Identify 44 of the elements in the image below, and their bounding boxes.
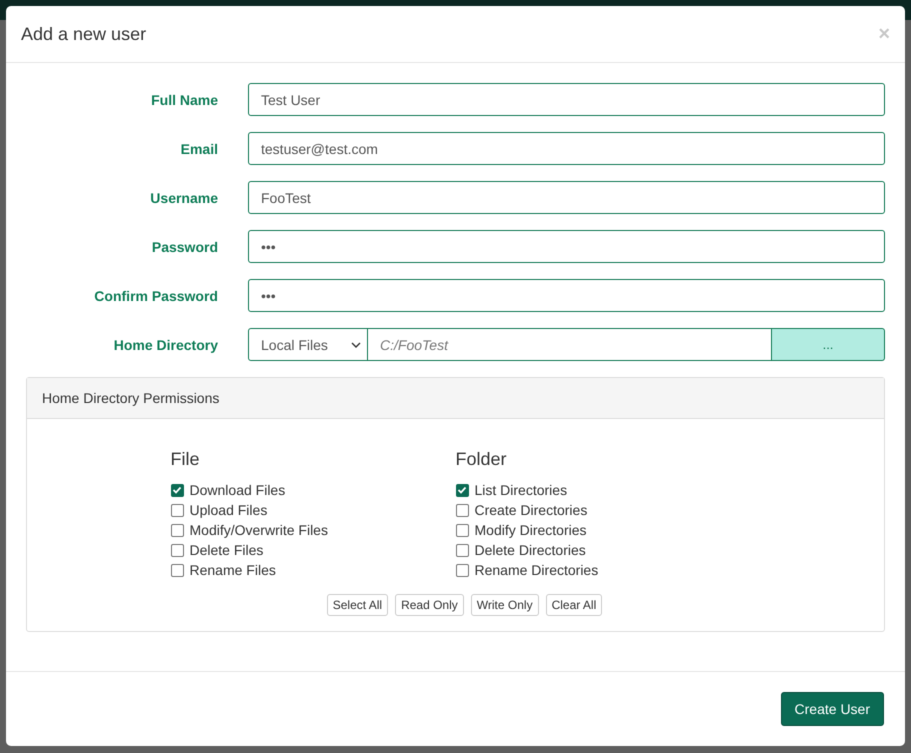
checkbox[interactable] [456,504,468,516]
source-select[interactable]: Local Files [248,328,368,361]
checkbox[interactable] [456,564,468,576]
checkbox-label: Upload Files [190,502,268,518]
preset-button[interactable]: Clear All [546,594,602,616]
input-field[interactable]: ••• [248,230,885,263]
field-label: Home Directory [112,336,219,352]
checkbox-label: Download Files [190,482,286,498]
group-title: File [170,449,201,470]
checkbox[interactable] [170,504,184,516]
input-field[interactable]: ••• [248,279,885,312]
field-label: Full Name [150,92,219,108]
field-label: Email [180,140,219,156]
input-field[interactable]: FooTest [248,181,885,214]
create-user-button[interactable]: Create User [780,692,884,726]
checkbox-label: Modify/Overwrite Files [190,522,328,538]
checkbox[interactable] [456,544,468,556]
input-field[interactable]: testuser@test.com [248,132,885,165]
checkbox[interactable] [456,524,468,536]
checkbox[interactable] [170,484,184,496]
checkbox-label: Modify Directories [474,522,587,538]
checkbox-label: Rename Directories [474,562,598,578]
checkbox[interactable] [170,544,184,556]
checkbox[interactable] [170,564,184,576]
dialog-title: Add a new user [21,24,146,44]
checkbox-label: Create Directories [474,502,588,518]
field-label: Confirm Password [93,288,219,304]
checkbox[interactable] [456,484,468,496]
checkbox-label: List Directories [474,482,568,498]
preset-button[interactable]: Select All [326,594,388,616]
panel-title: Home Directory Permissions [42,390,220,406]
preset-button[interactable]: Write Only [470,594,539,616]
group-title: Folder [456,449,508,470]
field-label: Password [150,238,219,254]
checkbox-label: Rename Files [190,562,276,578]
field-label: Username [149,190,219,206]
path-field[interactable]: C:/FooTest [368,328,772,361]
checkbox-label: Delete Directories [474,542,586,558]
chevron-icon [351,342,361,348]
input-field[interactable]: Test User [248,83,885,116]
checkbox[interactable] [170,524,184,536]
preset-button[interactable]: Read Only [395,594,464,616]
checkbox-label: Delete Files [190,542,264,558]
browse-button[interactable]: ... [772,328,885,361]
